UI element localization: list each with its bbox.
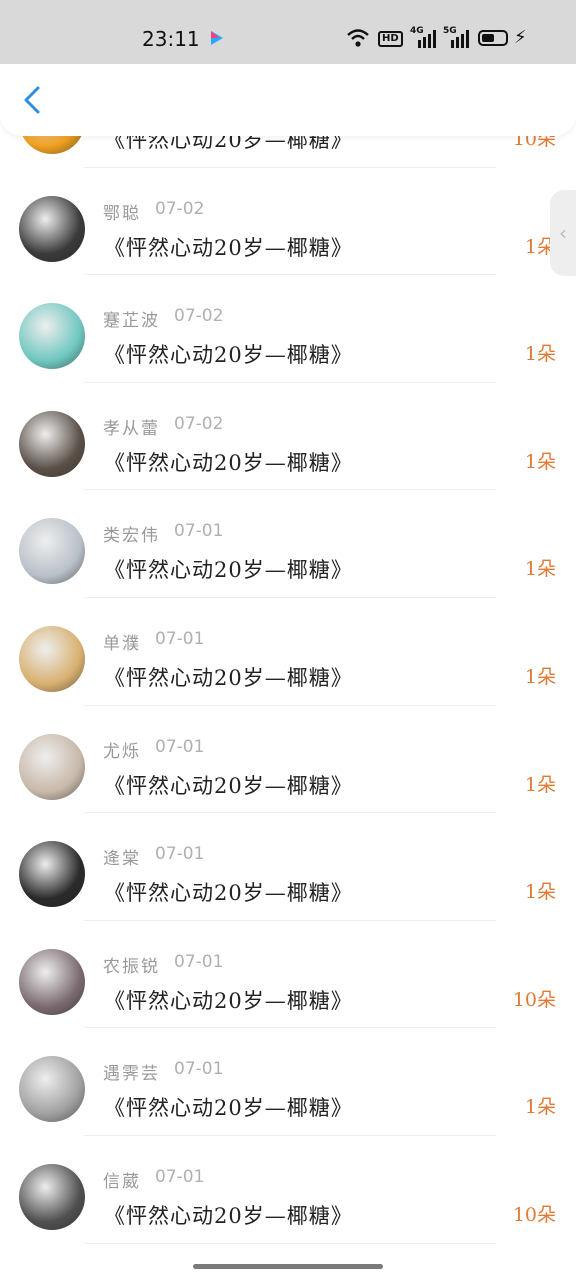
- user-name: 鄂聪: [103, 203, 141, 224]
- show-title: 《怦然心动20岁—椰糖》: [104, 450, 353, 475]
- flower-count: 1朵: [524, 558, 556, 581]
- gift-list: 《怦然心动20岁—椰糖》 10朵 鄂聪 07-02 《怦然心动20岁—椰糖》 1…: [0, 60, 576, 1244]
- home-indicator[interactable]: [193, 1264, 383, 1269]
- gift-date: 07-01: [155, 628, 205, 649]
- battery-icon: [478, 30, 508, 46]
- user-name: 尤烁: [103, 741, 141, 762]
- list-item[interactable]: 信葳 07-01 《怦然心动20岁—椰糖》 10朵: [0, 1136, 576, 1244]
- show-title: 《怦然心动20岁—椰糖》: [104, 988, 353, 1013]
- user-name: 单濮: [103, 633, 141, 654]
- signal-bars-icon: [418, 30, 436, 48]
- avatar[interactable]: [19, 625, 85, 692]
- avatar[interactable]: [19, 733, 85, 800]
- avatar[interactable]: [19, 1056, 85, 1123]
- side-drawer-handle[interactable]: ‹: [550, 190, 576, 276]
- user-name: 蹇芷波: [103, 311, 160, 332]
- gift-date: 07-01: [174, 521, 224, 542]
- gift-date: 07-02: [155, 198, 205, 219]
- list-item[interactable]: 孝从蕾 07-02 《怦然心动20岁—椰糖》 1朵: [0, 383, 576, 491]
- user-name: 孝从蕾: [103, 418, 160, 439]
- avatar[interactable]: [19, 303, 85, 370]
- gift-date: 07-01: [155, 844, 205, 865]
- user-name: 遇霁芸: [103, 1064, 160, 1085]
- user-name: 类宏伟: [103, 526, 160, 547]
- avatar[interactable]: [19, 841, 85, 908]
- show-title: 《怦然心动20岁—椰糖》: [104, 558, 353, 583]
- status-bar: 23:11 HD 4G 5G ⚡: [0, 0, 576, 64]
- list-item[interactable]: 逄棠 07-01 《怦然心动20岁—椰糖》 1朵: [0, 813, 576, 921]
- show-title: 《怦然心动20岁—椰糖》: [104, 773, 353, 798]
- flower-count: 1朵: [524, 343, 556, 366]
- show-title: 《怦然心动20岁—椰糖》: [104, 1203, 353, 1228]
- list-item[interactable]: 遇霁芸 07-01 《怦然心动20岁—椰糖》 1朵: [0, 1028, 576, 1136]
- flower-count: 1朵: [524, 881, 556, 904]
- flower-count: 1朵: [524, 1096, 556, 1119]
- flower-count: 10朵: [512, 988, 556, 1011]
- avatar[interactable]: [19, 948, 85, 1015]
- flower-count: 1朵: [524, 450, 556, 473]
- user-name: 逄棠: [103, 849, 141, 870]
- flower-count: 10朵: [512, 1203, 556, 1226]
- charging-icon: ⚡: [514, 27, 527, 48]
- gift-date: 07-01: [155, 1166, 205, 1187]
- user-name: 农振锐: [103, 956, 160, 977]
- clock: 23:11: [142, 27, 200, 51]
- list-item[interactable]: 类宏伟 07-01 《怦然心动20岁—椰糖》 1朵: [0, 490, 576, 598]
- nav-bar: [0, 64, 576, 136]
- list-item[interactable]: 农振锐 07-01 《怦然心动20岁—椰糖》 10朵: [0, 921, 576, 1029]
- show-title: 《怦然心动20岁—椰糖》: [104, 235, 353, 260]
- list-item[interactable]: 鄂聪 07-02 《怦然心动20岁—椰糖》 1朵: [0, 168, 576, 276]
- avatar[interactable]: [19, 518, 85, 585]
- gift-date: 07-01: [155, 736, 205, 757]
- show-title: 《怦然心动20岁—椰糖》: [104, 1096, 353, 1121]
- show-title: 《怦然心动20岁—椰糖》: [104, 881, 353, 906]
- gift-date: 07-01: [174, 951, 224, 972]
- show-title: 《怦然心动20岁—椰糖》: [104, 343, 353, 368]
- avatar[interactable]: [19, 195, 85, 262]
- list-item[interactable]: 尤烁 07-01 《怦然心动20岁—椰糖》 1朵: [0, 706, 576, 814]
- chevron-left-icon: ‹: [559, 221, 567, 245]
- wifi-icon: [347, 29, 369, 47]
- avatar[interactable]: [19, 410, 85, 477]
- youku-app-icon: [211, 31, 223, 45]
- avatar[interactable]: [19, 1163, 85, 1230]
- signal-bars-icon: [451, 30, 469, 48]
- gift-date: 07-02: [174, 413, 224, 434]
- list-item[interactable]: 单濮 07-01 《怦然心动20岁—椰糖》 1朵: [0, 598, 576, 706]
- user-name: 信葳: [103, 1171, 141, 1192]
- back-chevron-icon[interactable]: [18, 82, 48, 118]
- flower-count: 1朵: [524, 773, 556, 796]
- gift-date: 07-02: [174, 306, 224, 327]
- flower-count: 1朵: [524, 665, 556, 688]
- hd-icon: HD: [378, 31, 403, 47]
- show-title: 《怦然心动20岁—椰糖》: [104, 665, 353, 690]
- list-item[interactable]: 蹇芷波 07-02 《怦然心动20岁—椰糖》 1朵: [0, 275, 576, 383]
- divider: [84, 1242, 496, 1244]
- gift-date: 07-01: [174, 1059, 224, 1080]
